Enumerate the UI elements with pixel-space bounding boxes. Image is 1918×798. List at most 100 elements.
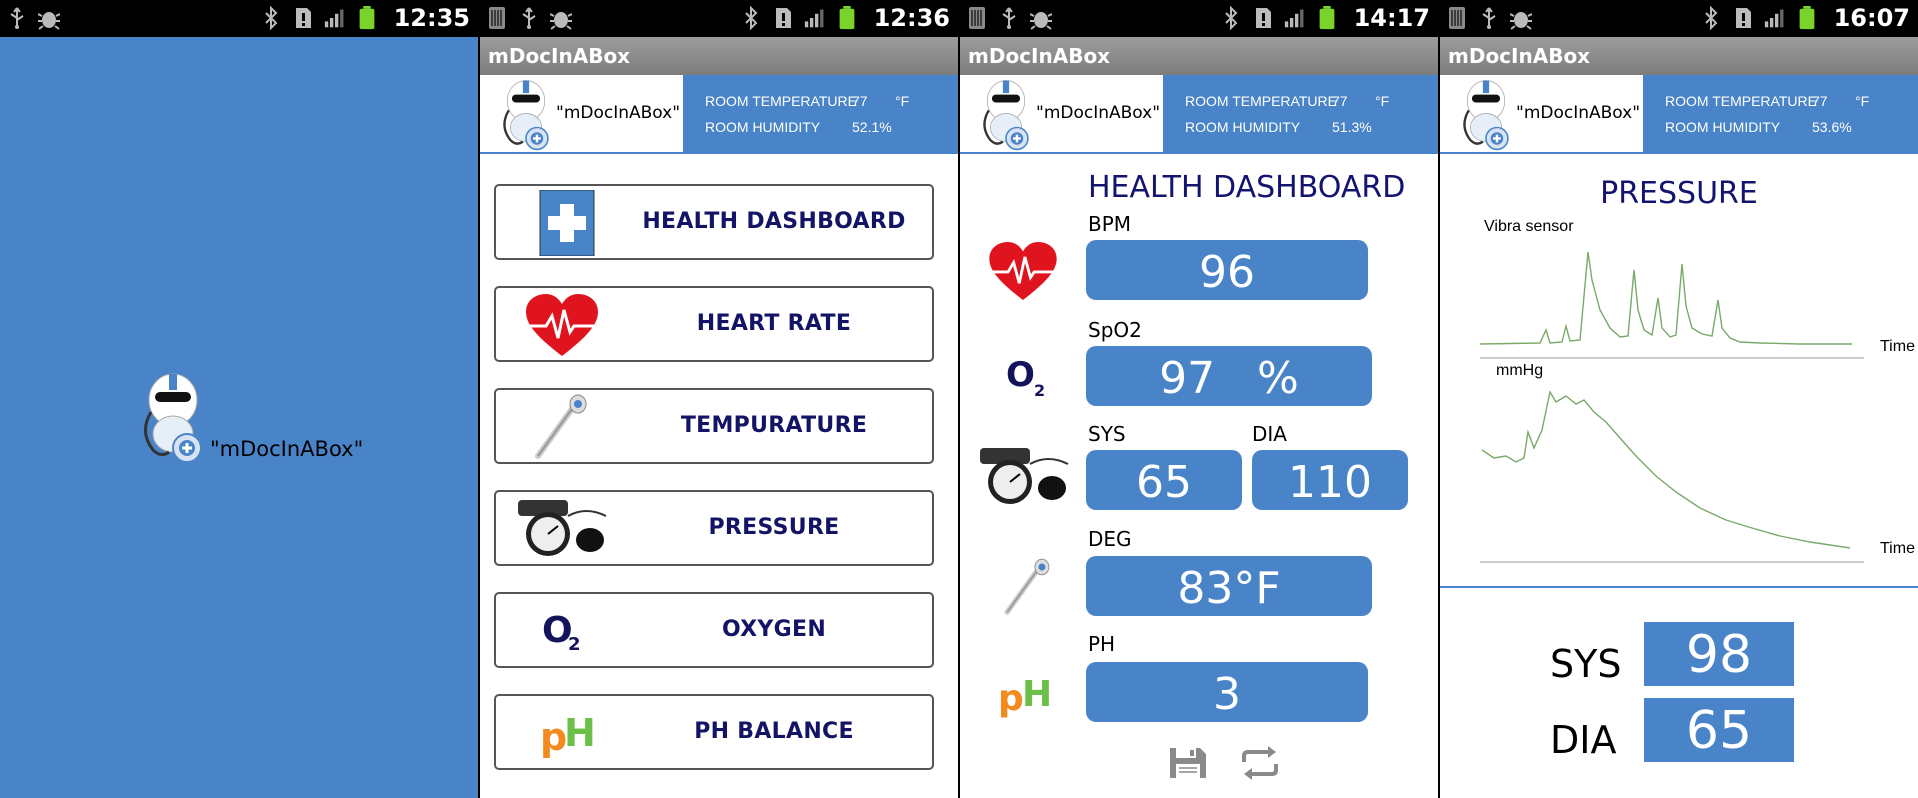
- room-temperature-label: ROOM TEMPERATURE: [705, 93, 857, 109]
- status-bar: 16:07: [1440, 0, 1918, 37]
- sim-icon: [489, 7, 505, 29]
- status-bar: 12:36: [480, 0, 958, 37]
- menu-button-health-dashboard[interactable]: HEALTH DASHBOARD: [494, 184, 934, 260]
- heart-ecg-icon: [518, 294, 606, 356]
- svg-text:p: p: [998, 678, 1024, 719]
- svg-text:2: 2: [568, 634, 581, 655]
- android-debug-icon: [38, 12, 60, 30]
- vibra-time-label: Time: [1880, 338, 1915, 355]
- alert-icon: [1736, 8, 1751, 28]
- status-clock: 16:07: [1833, 4, 1910, 32]
- menu-label: TEMPURATURE: [680, 413, 868, 438]
- environment-panel: ROOM TEMPERATURE 77 °F ROOM HUMIDITY 52.…: [683, 75, 958, 152]
- ph-icon: p H: [998, 674, 1052, 719]
- status-bar: 12:35: [0, 0, 478, 37]
- section-divider: [1440, 586, 1918, 588]
- room-humidity-value: 53.6%: [1812, 119, 1852, 135]
- room-humidity-value: 52.1%: [852, 119, 892, 135]
- alert-icon: [776, 8, 791, 28]
- splash-screen: 12:35 "mDocInABox": [0, 0, 478, 798]
- usb-icon: [522, 7, 536, 29]
- menu-button-pressure[interactable]: PRESSURE: [494, 490, 934, 566]
- app-titlebar: mDocInABox: [960, 37, 1438, 75]
- usb-icon: [1002, 7, 1016, 29]
- menu-screen: 12:36 mDocInABox "mDocInABox" ROOM TEMPE…: [480, 0, 958, 798]
- dia-value: 110: [1252, 450, 1408, 510]
- header-brand: "mDocInABox": [1036, 103, 1161, 123]
- robot-doctor-logo: [983, 80, 1029, 151]
- bluetooth-icon: [745, 6, 758, 30]
- menu-label: PRESSURE: [708, 515, 840, 540]
- status-clock: 12:36: [873, 4, 950, 32]
- dia-label: DIA: [1550, 718, 1617, 762]
- robot-doctor-logo: [144, 373, 202, 463]
- deg-value: 83°F: [1086, 556, 1372, 616]
- pressure-screen: 16:07 mDocInABox "mDocInABox" ROOM TEMPE…: [1440, 0, 1918, 798]
- menu-button-heart-rate[interactable]: HEART RATE: [494, 286, 934, 362]
- room-humidity-label: ROOM HUMIDITY: [1665, 119, 1781, 135]
- room-temperature-value: 77: [1332, 93, 1348, 109]
- blood-pressure-cuff-icon: [518, 500, 607, 556]
- app-titlebar: mDocInABox: [1440, 37, 1918, 75]
- signal-icon: [804, 9, 824, 28]
- signal-icon: [1284, 9, 1304, 28]
- menu-button-tempurature[interactable]: TEMPURATURE: [494, 388, 934, 464]
- sys-value: 65: [1086, 450, 1242, 510]
- screens-strip: 12:35 "mDocInABox" 12:36 mDocInABox "mDo…: [0, 0, 1918, 798]
- room-temperature-unit: °F: [1375, 93, 1390, 109]
- svg-text:2: 2: [1034, 381, 1045, 400]
- room-temperature-unit: °F: [895, 93, 910, 109]
- environment-panel: ROOM TEMPERATURE 77 °F ROOM HUMIDITY 53.…: [1643, 75, 1918, 152]
- menu-label: HEALTH DASHBOARD: [642, 209, 906, 234]
- menu-label: PH BALANCE: [694, 719, 854, 744]
- app-header: "mDocInABox" ROOM TEMPERATURE 77 °F ROOM…: [960, 75, 1438, 154]
- spo2-label: SpO2: [1088, 318, 1142, 342]
- room-humidity-value: 51.3%: [1332, 119, 1372, 135]
- room-temperature-label: ROOM TEMPERATURE: [1665, 93, 1817, 109]
- usb-icon: [1482, 7, 1496, 29]
- status-clock: 12:35: [393, 4, 470, 32]
- menu-button-oxygen[interactable]: O 2 OXYGEN: [494, 592, 934, 668]
- battery-icon: [839, 6, 855, 30]
- dashboard-screen: 14:17 mDocInABox "mDocInABox" ROOM TEMPE…: [960, 0, 1438, 798]
- menu-button-ph-balance[interactable]: p H PH BALANCE: [494, 694, 934, 770]
- app-titlebar: mDocInABox: [480, 37, 958, 75]
- sys-label: SYS: [1550, 642, 1622, 686]
- room-temperature-unit: °F: [1855, 93, 1870, 109]
- ph-icon: p H: [540, 711, 596, 759]
- mmhg-chart: [1480, 390, 1864, 563]
- repeat-icon[interactable]: [1238, 744, 1282, 782]
- thermometer-icon: [1004, 558, 1050, 615]
- status-bar: 14:17: [960, 0, 1438, 37]
- battery-icon: [1799, 6, 1815, 30]
- blood-pressure-cuff-icon: [980, 448, 1069, 504]
- signal-icon: [324, 9, 344, 28]
- deg-label: DEG: [1088, 527, 1132, 551]
- sim-icon: [1449, 7, 1465, 29]
- usb-icon: [10, 7, 24, 29]
- battery-icon: [359, 6, 375, 30]
- vibra-sensor-label: Vibra sensor: [1484, 218, 1574, 235]
- android-debug-icon: [550, 12, 572, 30]
- bpm-value: 96: [1086, 240, 1368, 300]
- bluetooth-icon: [265, 6, 278, 30]
- header-brand: "mDocInABox": [556, 103, 681, 123]
- bluetooth-icon: [1705, 6, 1718, 30]
- header-brand: "mDocInABox": [1516, 103, 1641, 123]
- spo2-value: 97 %: [1086, 346, 1372, 406]
- robot-doctor-logo: [503, 80, 549, 151]
- medical-cross-icon: [539, 190, 595, 256]
- svg-text:O: O: [1006, 355, 1035, 395]
- dia-value: 65: [1644, 698, 1794, 762]
- save-icon[interactable]: [1166, 744, 1210, 782]
- menu-label: HEART RATE: [696, 311, 852, 336]
- o2-icon: O 2: [1006, 355, 1045, 400]
- room-temperature-value: 77: [852, 93, 868, 109]
- mmhg-label: mmHg: [1496, 362, 1544, 379]
- o2-icon: O 2: [542, 610, 581, 655]
- splash-brand: "mDocInABox": [210, 437, 364, 461]
- ph-value: 3: [1086, 662, 1368, 722]
- svg-text:H: H: [1022, 674, 1052, 715]
- svg-text:H: H: [564, 711, 596, 755]
- app-header: "mDocInABox" ROOM TEMPERATURE 77 °F ROOM…: [1440, 75, 1918, 154]
